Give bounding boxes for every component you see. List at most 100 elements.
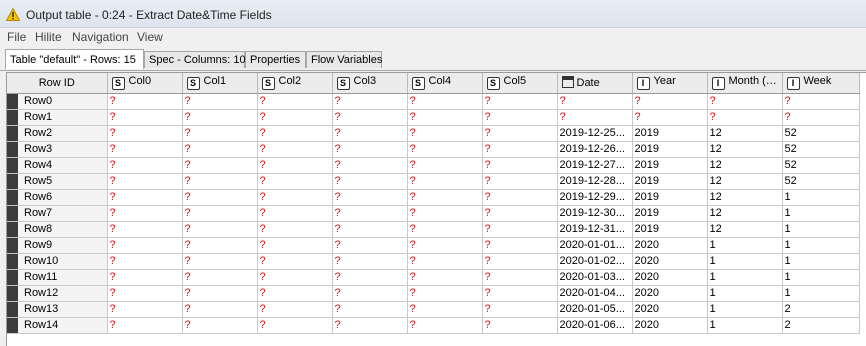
table-cell[interactable]: ? bbox=[257, 93, 333, 110]
column-header-col3[interactable]: S Col3 bbox=[332, 73, 408, 94]
table-cell[interactable]: ? bbox=[332, 269, 408, 286]
table-cell[interactable]: 2020-01-01... bbox=[557, 237, 633, 254]
table-row[interactable]: Row1?????????? bbox=[7, 109, 860, 126]
table-row[interactable]: Row10?????? 2020-01-02... 2020 1 1 bbox=[7, 253, 860, 270]
data-table-view[interactable]: Row ID S Col0 S Col1 S Col2 S Col3 S Col4 S Col5 Date… bbox=[6, 72, 866, 346]
menu-hilite[interactable]: Hilite bbox=[35, 30, 62, 44]
table-cell[interactable]: 2020-01-03... bbox=[557, 269, 633, 286]
table-cell[interactable]: 2019 bbox=[632, 141, 708, 158]
table-cell[interactable]: ? bbox=[107, 237, 183, 254]
column-header-col2[interactable]: S Col2 bbox=[257, 73, 333, 94]
table-cell[interactable]: 2020-01-05... bbox=[557, 301, 633, 318]
table-cell[interactable]: 12 bbox=[707, 221, 783, 238]
table-cell[interactable]: ? bbox=[107, 93, 183, 110]
table-cell[interactable]: 2 bbox=[782, 301, 860, 318]
table-cell[interactable]: ? bbox=[182, 205, 258, 222]
row-key-cell[interactable]: Row12 bbox=[7, 285, 108, 302]
table-cell[interactable]: ? bbox=[257, 157, 333, 174]
column-header-week[interactable]: I Week bbox=[782, 73, 860, 94]
table-cell[interactable]: 12 bbox=[707, 173, 783, 190]
table-cell[interactable]: ? bbox=[182, 253, 258, 270]
table-cell[interactable]: 1 bbox=[707, 269, 783, 286]
table-row[interactable]: Row0?????????? bbox=[7, 93, 860, 110]
table-cell[interactable]: ? bbox=[332, 173, 408, 190]
table-cell[interactable]: ? bbox=[332, 157, 408, 174]
table-cell[interactable]: ? bbox=[482, 189, 558, 206]
table-cell[interactable]: ? bbox=[557, 109, 633, 126]
table-cell[interactable]: ? bbox=[332, 189, 408, 206]
column-header-col0[interactable]: S Col0 bbox=[107, 73, 183, 94]
table-cell[interactable]: ? bbox=[407, 237, 483, 254]
table-cell[interactable]: 52 bbox=[782, 125, 860, 142]
table-cell[interactable]: 1 bbox=[782, 253, 860, 270]
table-cell[interactable]: 2019 bbox=[632, 173, 708, 190]
table-cell[interactable]: ? bbox=[257, 301, 333, 318]
table-cell[interactable]: ? bbox=[482, 93, 558, 110]
row-key-cell[interactable]: Row2 bbox=[7, 125, 108, 142]
table-cell[interactable]: 52 bbox=[782, 173, 860, 190]
table-cell[interactable]: ? bbox=[482, 205, 558, 222]
menu-navigation[interactable]: Navigation bbox=[72, 30, 129, 44]
table-cell[interactable]: 2020-01-04... bbox=[557, 285, 633, 302]
table-cell[interactable]: ? bbox=[332, 109, 408, 126]
table-cell[interactable]: ? bbox=[407, 285, 483, 302]
table-cell[interactable]: 1 bbox=[782, 237, 860, 254]
table-row[interactable]: Row2?????? 2019-12-25... 2019 12 52 bbox=[7, 125, 860, 142]
row-key-cell[interactable]: Row11 bbox=[7, 269, 108, 286]
table-cell[interactable]: 2019 bbox=[632, 221, 708, 238]
table-cell[interactable]: ? bbox=[257, 125, 333, 142]
tab-table-default[interactable]: Table "default" - Rows: 15 bbox=[5, 49, 144, 69]
table-row[interactable]: Row6?????? 2019-12-29... 2019 12 1 bbox=[7, 189, 860, 206]
table-cell[interactable]: ? bbox=[257, 269, 333, 286]
table-cell[interactable]: ? bbox=[257, 205, 333, 222]
table-cell[interactable]: ? bbox=[107, 205, 183, 222]
table-row[interactable]: Row8?????? 2019-12-31... 2019 12 1 bbox=[7, 221, 860, 238]
table-cell[interactable]: ? bbox=[182, 125, 258, 142]
table-cell[interactable]: ? bbox=[407, 157, 483, 174]
table-cell[interactable]: ? bbox=[257, 237, 333, 254]
table-cell[interactable]: ? bbox=[407, 221, 483, 238]
table-row[interactable]: Row11?????? 2020-01-03... 2020 1 1 bbox=[7, 269, 860, 286]
table-cell[interactable]: ? bbox=[332, 253, 408, 270]
table-row[interactable]: Row4?????? 2019-12-27... 2019 12 52 bbox=[7, 157, 860, 174]
table-cell[interactable]: 12 bbox=[707, 189, 783, 206]
table-cell[interactable]: ? bbox=[107, 157, 183, 174]
table-cell[interactable]: ? bbox=[107, 269, 183, 286]
table-cell[interactable]: ? bbox=[182, 269, 258, 286]
table-cell[interactable]: ? bbox=[482, 301, 558, 318]
table-cell[interactable]: 2020 bbox=[632, 301, 708, 318]
table-cell[interactable]: 1 bbox=[707, 285, 783, 302]
row-key-cell[interactable]: Row1 bbox=[7, 109, 108, 126]
table-row[interactable]: Row14?????? 2020-01-06... 2020 1 2 bbox=[7, 317, 860, 334]
column-header-col1[interactable]: S Col1 bbox=[182, 73, 258, 94]
table-cell[interactable]: ? bbox=[407, 173, 483, 190]
table-cell[interactable]: 2020 bbox=[632, 317, 708, 334]
column-header-col5[interactable]: S Col5 bbox=[482, 73, 558, 94]
table-cell[interactable]: ? bbox=[257, 253, 333, 270]
table-cell[interactable]: ? bbox=[107, 141, 183, 158]
column-header-date[interactable]: Date bbox=[557, 73, 633, 94]
table-cell[interactable]: ? bbox=[107, 109, 183, 126]
table-cell[interactable]: ? bbox=[107, 285, 183, 302]
row-key-cell[interactable]: Row14 bbox=[7, 317, 108, 334]
table-cell[interactable]: ? bbox=[482, 269, 558, 286]
table-cell[interactable]: ? bbox=[107, 317, 183, 334]
table-cell[interactable]: ? bbox=[482, 221, 558, 238]
table-cell[interactable]: 2020 bbox=[632, 269, 708, 286]
row-key-cell[interactable]: Row0 bbox=[7, 93, 108, 110]
table-cell[interactable]: ? bbox=[482, 125, 558, 142]
table-row[interactable]: Row7?????? 2019-12-30... 2019 12 1 bbox=[7, 205, 860, 222]
row-key-cell[interactable]: Row13 bbox=[7, 301, 108, 318]
table-cell[interactable]: ? bbox=[257, 141, 333, 158]
table-cell[interactable]: 2019-12-25... bbox=[557, 125, 633, 142]
table-cell[interactable]: 1 bbox=[707, 301, 783, 318]
table-cell[interactable]: 2019 bbox=[632, 205, 708, 222]
table-cell[interactable]: 2020 bbox=[632, 285, 708, 302]
table-cell[interactable]: ? bbox=[482, 157, 558, 174]
table-cell[interactable]: ? bbox=[107, 189, 183, 206]
table-cell[interactable]: ? bbox=[332, 285, 408, 302]
row-key-cell[interactable]: Row6 bbox=[7, 189, 108, 206]
table-cell[interactable]: ? bbox=[107, 221, 183, 238]
table-row[interactable]: Row9?????? 2020-01-01... 2020 1 1 bbox=[7, 237, 860, 254]
table-cell[interactable]: ? bbox=[482, 285, 558, 302]
